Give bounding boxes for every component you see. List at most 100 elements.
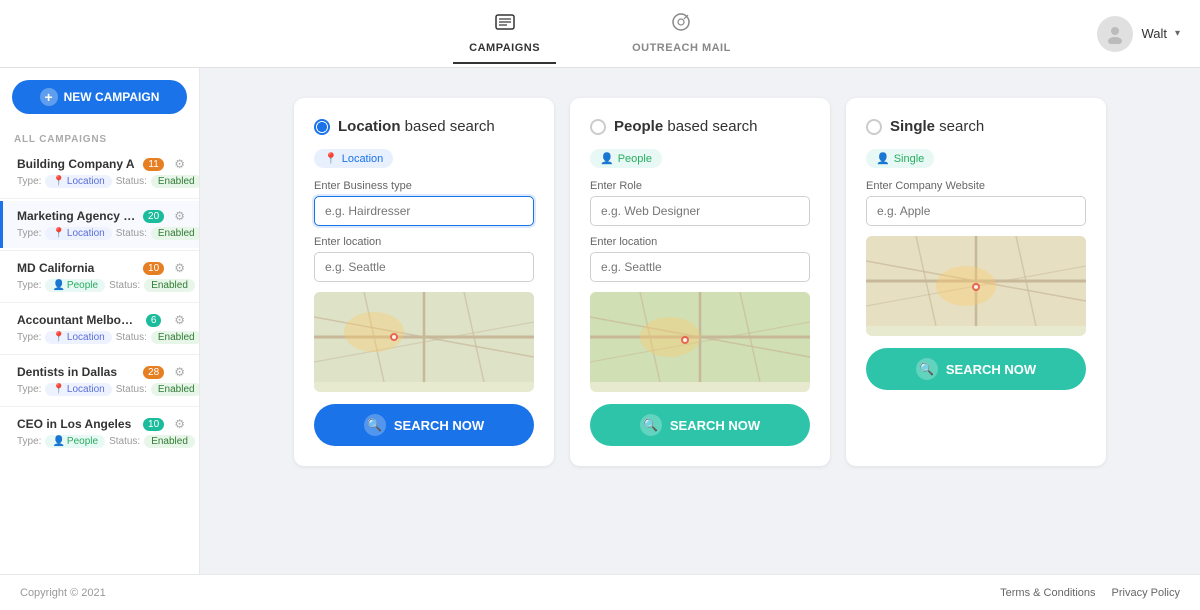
campaign-name: Dentists in Dallas [17,365,137,379]
status-badge: Enabled [151,175,200,188]
avatar [1097,16,1133,52]
type-icon: 📍 [52,332,64,343]
sidebar: + NEW CAMPAIGN ALL CAMPAIGNS Building Co… [0,68,200,574]
field-label-0: Enter Role [590,180,810,192]
search-card-location: Location based search 📍 Location Enter B… [294,98,554,466]
field-input-0[interactable] [866,196,1086,226]
tag-icon: 📍 [324,152,338,165]
search-btn-label: SEARCH NOW [946,362,1036,377]
type-icon: 📍 [52,228,64,239]
status-badge: Enabled [144,435,195,448]
status-badge: Enabled [151,383,200,396]
search-card-single: Single search 👤 Single Enter Company Web… [846,98,1106,466]
type-badge: 📍 Location [45,175,111,188]
sidebar-item-campaign[interactable]: MD California 10 ⚙ Type: 👤 People Status… [0,253,199,300]
type-label: Type: [17,436,41,447]
nav-tabs: CAMPAIGNS OUTREACH MAIL [453,3,747,64]
sidebar-item-campaign[interactable]: Dentists in Dallas 28 ⚙ Type: 📍 Location… [0,357,199,404]
footer-links: Terms & Conditions Privacy Policy [1000,587,1180,599]
field-input-0[interactable] [590,196,810,226]
status-label: Status: [116,176,147,187]
tab-outreach[interactable]: OUTREACH MAIL [616,3,747,64]
gear-icon[interactable]: ⚙ [174,157,185,171]
card-tag: 📍 Location [314,149,393,168]
gear-icon[interactable]: ⚙ [174,313,185,327]
search-icon: 🔍 [640,414,662,436]
search-now-button[interactable]: 🔍 SEARCH NOW [590,404,810,446]
gear-icon[interactable]: ⚙ [174,209,185,223]
sidebar-item-campaign[interactable]: Marketing Agency London 20 ⚙ Type: 📍 Loc… [0,201,199,248]
new-campaign-button[interactable]: + NEW CAMPAIGN [12,80,187,114]
type-icon: 📍 [52,176,64,187]
radio-button[interactable] [866,119,882,135]
radio-button[interactable] [314,119,330,135]
status-badge: Enabled [151,227,200,240]
search-now-button[interactable]: 🔍 SEARCH NOW [314,404,534,446]
status-label: Status: [116,384,147,395]
campaign-name: Building Company A [17,157,137,171]
status-badge: Enabled [151,331,200,344]
type-badge: 👤 People [45,435,105,448]
tag-label: Location [342,153,384,165]
campaign-badge: 10 [143,418,164,431]
card-title: Single search [890,118,984,135]
field-input-1[interactable] [314,252,534,282]
type-label: Type: [17,176,41,187]
map-preview [314,292,534,392]
field-label-1: Enter location [590,236,810,248]
sidebar-item-campaign[interactable]: Building Company A 11 ⚙ Type: 📍 Location… [0,149,199,196]
type-badge: 📍 Location [45,331,111,344]
field-input-0[interactable] [314,196,534,226]
campaign-list: Building Company A 11 ⚙ Type: 📍 Location… [0,149,199,456]
sidebar-item-campaign[interactable]: Accountant Melbourn 6 ⚙ Type: 📍 Location… [0,305,199,352]
outreach-icon [670,11,692,38]
campaigns-icon [494,11,516,38]
map-preview [866,236,1086,336]
type-badge: 📍 Location [45,227,111,240]
search-now-button[interactable]: 🔍 SEARCH NOW [866,348,1086,390]
type-label: Type: [17,384,41,395]
gear-icon[interactable]: ⚙ [174,365,185,379]
type-label: Type: [17,332,41,343]
radio-button[interactable] [590,119,606,135]
campaign-name: CEO in Los Angeles [17,417,137,431]
tag-icon: 👤 [876,152,890,165]
card-header: Location based search [314,118,534,135]
all-campaigns-label: ALL CAMPAIGNS [0,126,199,149]
terms-link[interactable]: Terms & Conditions [1000,587,1095,599]
sidebar-item-campaign[interactable]: CEO in Los Angeles 10 ⚙ Type: 👤 People S… [0,409,199,456]
gear-icon[interactable]: ⚙ [174,261,185,275]
field-label-0: Enter Company Website [866,180,1086,192]
user-dropdown-arrow: ▾ [1175,28,1180,39]
campaign-badge: 10 [143,262,164,275]
field-label-1: Enter location [314,236,534,248]
tab-campaigns[interactable]: CAMPAIGNS [453,3,556,64]
search-btn-label: SEARCH NOW [394,418,484,433]
status-label: Status: [116,228,147,239]
tag-label: Single [894,153,925,165]
campaign-badge: 28 [143,366,164,379]
field-input-1[interactable] [590,252,810,282]
search-btn-label: SEARCH NOW [670,418,760,433]
type-badge: 📍 Location [45,383,111,396]
user-menu[interactable]: Walt ▾ [1097,16,1180,52]
search-icon: 🔍 [916,358,938,380]
campaign-badge: 11 [143,158,163,171]
card-title: Location based search [338,118,495,135]
card-header: Single search [866,118,1086,135]
content-area: Location based search 📍 Location Enter B… [200,68,1200,574]
tab-campaigns-label: CAMPAIGNS [469,42,540,54]
campaign-badge: 20 [143,210,164,223]
top-navigation: CAMPAIGNS OUTREACH MAIL Walt ▾ [0,0,1200,68]
type-label: Type: [17,280,41,291]
search-icon: 🔍 [364,414,386,436]
new-campaign-label: NEW CAMPAIGN [64,90,160,104]
status-label: Status: [109,280,140,291]
gear-icon[interactable]: ⚙ [174,417,185,431]
type-label: Type: [17,228,41,239]
main-layout: + NEW CAMPAIGN ALL CAMPAIGNS Building Co… [0,68,1200,574]
plus-icon: + [40,88,58,106]
privacy-link[interactable]: Privacy Policy [1112,587,1180,599]
campaign-badge: 6 [146,314,162,327]
tag-icon: 👤 [600,152,614,165]
